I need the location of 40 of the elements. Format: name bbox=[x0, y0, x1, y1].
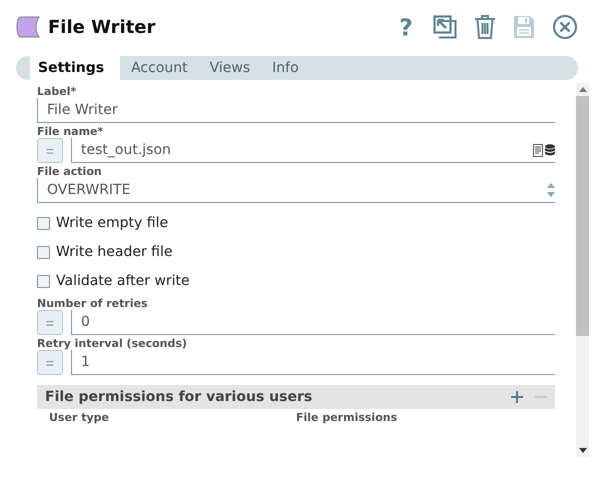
scroll-down-icon[interactable] bbox=[578, 448, 586, 453]
trash-icon[interactable] bbox=[474, 15, 496, 39]
field-label: File action bbox=[37, 165, 103, 178]
add-icon[interactable] bbox=[511, 391, 523, 403]
database-icon[interactable] bbox=[545, 144, 555, 156]
checkbox[interactable] bbox=[37, 246, 50, 258]
document-icon[interactable] bbox=[533, 144, 543, 156]
close-icon[interactable] bbox=[552, 14, 578, 40]
input-field[interactable]: test_out.json bbox=[71, 138, 555, 163]
tab[interactable]: Views bbox=[198, 56, 262, 80]
checkbox-label: Write empty file bbox=[56, 215, 168, 231]
expression-toggle-button[interactable]: = bbox=[37, 350, 63, 375]
scroll-thumb[interactable] bbox=[576, 96, 589, 336]
checkbox[interactable] bbox=[37, 274, 50, 288]
input-field[interactable]: File Writer bbox=[37, 98, 555, 123]
sort-arrows-icon bbox=[547, 183, 555, 197]
checkbox[interactable] bbox=[37, 216, 50, 230]
tab[interactable]: Info bbox=[261, 56, 310, 80]
input-field[interactable]: 0 bbox=[71, 310, 555, 335]
scrollbar[interactable] bbox=[576, 83, 589, 457]
field-label: Retry interval (seconds) bbox=[37, 337, 188, 350]
expression-toggle-button[interactable]: = bbox=[37, 138, 63, 163]
scroll-up-icon[interactable] bbox=[578, 87, 586, 92]
column-header: File permissions bbox=[296, 411, 398, 424]
export-window-icon[interactable] bbox=[433, 15, 457, 39]
window-title: File Writer bbox=[48, 16, 156, 38]
tab[interactable]: Settings bbox=[30, 56, 120, 80]
input-field[interactable]: 1 bbox=[71, 350, 555, 375]
checkbox-label: Validate after write bbox=[56, 273, 190, 289]
help-icon[interactable]: ? bbox=[396, 14, 416, 40]
section-title: File permissions for various users bbox=[45, 389, 314, 405]
checkbox-label: Write header file bbox=[56, 244, 173, 260]
expression-toggle-button[interactable]: = bbox=[37, 310, 63, 335]
field-label: File name* bbox=[37, 125, 104, 138]
tab[interactable]: Account bbox=[120, 56, 199, 80]
snap-shape-icon bbox=[16, 16, 40, 38]
column-header: User type bbox=[49, 411, 110, 424]
field-label: Label* bbox=[37, 85, 78, 98]
field-label: Number of retries bbox=[37, 297, 149, 310]
dropdown-field[interactable]: OVERWRITE bbox=[37, 178, 555, 203]
